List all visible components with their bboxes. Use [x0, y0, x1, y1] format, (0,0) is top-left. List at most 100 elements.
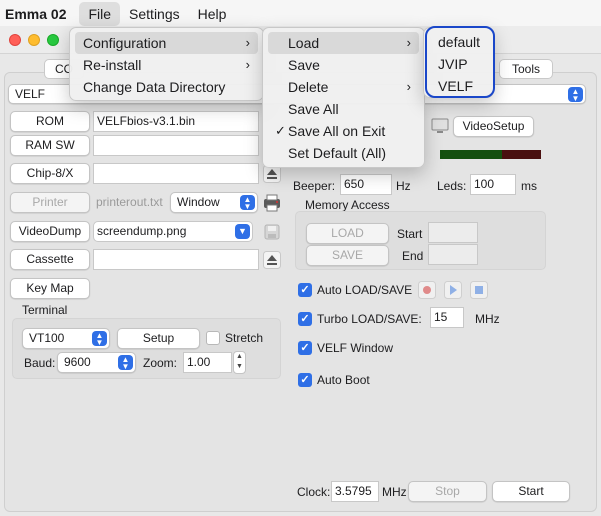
chevron-right-icon: › — [406, 79, 411, 94]
configuration-submenu: Load › Save Delete › Save All ✓ Save All… — [262, 27, 425, 168]
chip8-file-field[interactable] — [93, 163, 259, 184]
settings-menu[interactable]: Settings — [120, 2, 189, 26]
menu-item-save-all[interactable]: Save All — [268, 98, 419, 120]
turbo-load-save-label: Turbo LOAD/SAVE: — [317, 312, 422, 326]
beeper-field[interactable]: 650 — [340, 174, 392, 195]
ramsw-button[interactable]: RAM SW — [10, 135, 90, 156]
terminal-group-title: Terminal — [22, 303, 68, 317]
terminal-type-select[interactable]: VT100 ▲ ▼ — [22, 328, 110, 349]
terminal-setup-button[interactable]: Setup — [117, 328, 200, 349]
clock-unit: MHz — [382, 485, 407, 499]
led-display-red — [502, 150, 541, 159]
keymap-button[interactable]: Key Map — [10, 278, 90, 299]
velf-window-checkbox[interactable]: ✓ — [298, 341, 312, 355]
led-display-green — [440, 150, 502, 159]
display-icon[interactable] — [431, 117, 449, 135]
leds-unit: ms — [521, 179, 537, 193]
menu-item-configuration[interactable]: Configuration › — [75, 32, 258, 54]
save-disk-icon[interactable] — [263, 223, 281, 241]
beeper-label: Beeper: — [293, 179, 336, 193]
videodump-file-field[interactable]: screendump.png ▼ — [93, 221, 253, 242]
printer-mode-value: Window — [177, 195, 220, 209]
machine-select-value: VELF — [15, 87, 46, 101]
memory-end-field[interactable] — [428, 244, 478, 265]
printer-mode-select[interactable]: Window ▲ ▼ — [170, 192, 258, 213]
tab-tools[interactable]: Tools — [499, 59, 553, 79]
rom-button[interactable]: ROM — [10, 111, 90, 132]
chevron-right-icon: › — [245, 35, 250, 50]
beeper-unit: Hz — [396, 179, 411, 193]
menu-item-reinstall[interactable]: Re-install › — [75, 54, 258, 76]
auto-boot-label: Auto Boot — [317, 373, 370, 387]
printer-button[interactable]: Printer — [10, 192, 90, 213]
start-button[interactable]: Start — [492, 481, 570, 502]
eject-icon[interactable] — [263, 251, 281, 269]
velf-window-label: VELF Window — [317, 341, 394, 355]
menu-item-set-default[interactable]: Set Default (All) — [268, 142, 419, 164]
help-menu[interactable]: Help — [189, 2, 236, 26]
menu-item-configuration-label: Configuration — [83, 35, 167, 51]
menu-item-save-all-on-exit-label: Save All on Exit — [288, 123, 386, 139]
turbo-unit: MHz — [475, 312, 500, 326]
printer-icon[interactable] — [263, 194, 281, 212]
zoom-window-button[interactable] — [47, 34, 59, 46]
stop-icon[interactable] — [470, 281, 488, 299]
menu-item-set-default-label: Set Default (All) — [288, 145, 387, 161]
leds-field[interactable]: 100 — [470, 174, 516, 195]
record-icon[interactable] — [418, 281, 436, 299]
menu-item-save[interactable]: Save — [268, 54, 419, 76]
videosetup-button[interactable]: VideoSetup — [453, 116, 534, 137]
baud-label: Baud: — [24, 356, 56, 370]
menu-item-reinstall-label: Re-install — [83, 57, 142, 73]
menu-item-save-all-on-exit[interactable]: ✓ Save All on Exit — [268, 120, 419, 142]
memory-load-button[interactable]: LOAD — [306, 223, 389, 244]
videodump-file-value: screendump.png — [97, 224, 187, 238]
close-window-button[interactable] — [9, 34, 21, 46]
memory-start-field[interactable] — [428, 222, 478, 243]
menu-item-load-label: Load — [288, 35, 320, 51]
terminal-type-value: VT100 — [29, 331, 65, 345]
app-menu[interactable]: Emma 02 — [0, 2, 75, 26]
chevron-updown-icon: ▲ ▼ — [240, 195, 255, 211]
stop-button[interactable]: Stop — [408, 481, 487, 502]
rom-file-field[interactable]: VELFbios-v3.1.bin — [93, 111, 259, 132]
chip8-button[interactable]: Chip-8/X — [10, 163, 90, 184]
menu-item-load[interactable]: Load › — [268, 32, 419, 54]
menu-item-save-label: Save — [288, 57, 320, 73]
chevron-right-icon: › — [406, 35, 411, 50]
cassette-file-field[interactable] — [93, 249, 259, 270]
printer-file-field[interactable]: printerout.txt — [96, 195, 163, 209]
auto-load-save-checkbox[interactable]: ✓ — [298, 283, 312, 297]
checkmark-icon: ✓ — [275, 123, 286, 138]
file-menu[interactable]: File — [79, 1, 121, 26]
ramsw-file-field[interactable] — [93, 135, 259, 156]
auto-load-save-label: Auto LOAD/SAVE — [317, 283, 413, 297]
load-submenu-highlight-ring — [425, 26, 495, 98]
turbo-field[interactable]: 15 — [430, 307, 464, 328]
baud-select[interactable]: 9600 ▲ ▼ — [57, 352, 136, 373]
menu-item-change-data-directory-label: Change Data Directory — [83, 79, 226, 95]
clock-field[interactable]: 3.5795 — [331, 481, 379, 502]
stretch-label: Stretch — [225, 331, 264, 345]
zoom-field[interactable]: 1.00 — [183, 352, 232, 373]
turbo-load-save-checkbox[interactable]: ✓ — [298, 312, 312, 326]
play-icon[interactable] — [444, 281, 462, 299]
chevron-down-icon: ▼ — [235, 224, 250, 239]
cassette-button[interactable]: Cassette — [10, 249, 90, 270]
menu-item-delete[interactable]: Delete › — [268, 76, 419, 98]
chevron-updown-icon: ▲ ▼ — [118, 355, 133, 371]
menu-item-change-data-directory[interactable]: Change Data Directory — [75, 76, 258, 98]
memory-start-label: Start — [397, 227, 423, 241]
videodump-button[interactable]: VideoDump — [10, 221, 90, 242]
memory-access-title: Memory Access — [305, 198, 390, 212]
chevron-updown-icon: ▲ ▼ — [568, 87, 583, 103]
minimize-window-button[interactable] — [28, 34, 40, 46]
memory-end-label: End — [402, 249, 424, 263]
stretch-checkbox[interactable] — [206, 331, 220, 345]
memory-save-button[interactable]: SAVE — [306, 245, 389, 266]
auto-boot-checkbox[interactable]: ✓ — [298, 373, 312, 387]
menu-item-delete-label: Delete — [288, 79, 329, 95]
chevron-right-icon: › — [245, 57, 250, 72]
file-menu-dropdown: Configuration › Re-install › Change Data… — [69, 27, 264, 101]
zoom-stepper[interactable]: ▲ ▼ — [233, 351, 246, 374]
